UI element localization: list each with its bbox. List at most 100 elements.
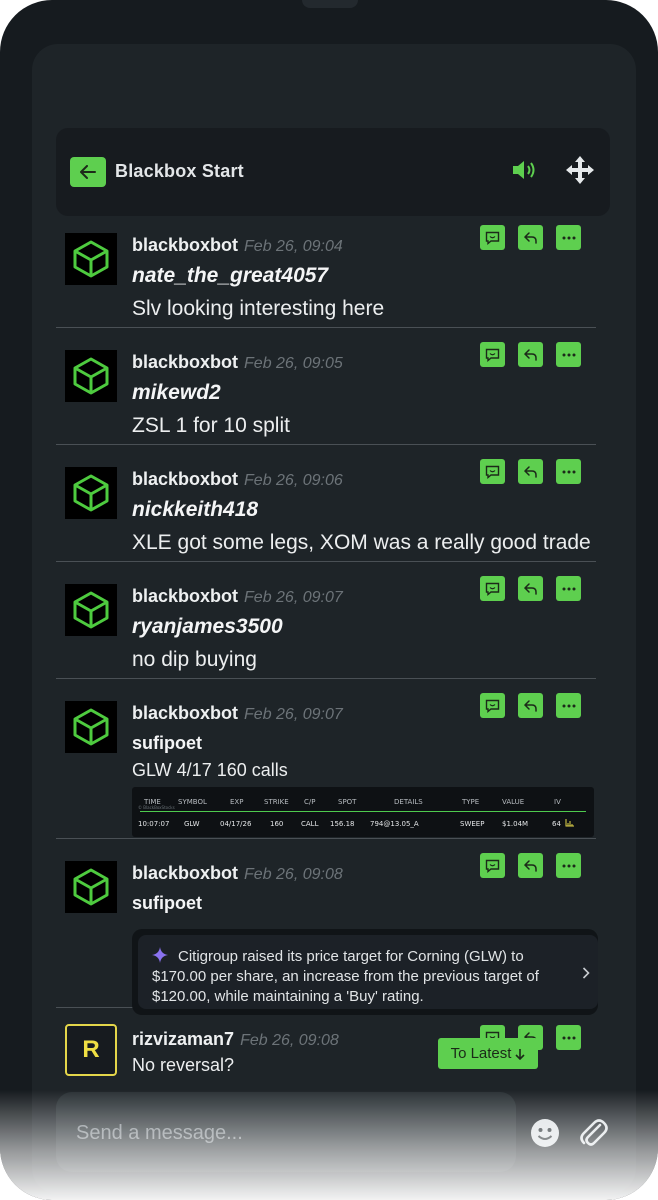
message-author: blackboxbot Feb 26, 09:04 (132, 235, 343, 255)
message-username: mikewd2 (132, 381, 221, 404)
message-actions (480, 693, 581, 718)
message-actions (480, 576, 581, 601)
message-text: XLE got some legs, XOM was a really good… (132, 531, 591, 554)
ellipsis-icon (562, 470, 575, 473)
message-input[interactable] (76, 1120, 476, 1146)
bot-avatar (65, 861, 117, 913)
cube-icon (73, 474, 109, 512)
bot-avatar (65, 467, 117, 519)
thread-button[interactable] (480, 693, 505, 718)
thread-button[interactable] (480, 459, 505, 484)
message-author: blackboxbot Feb 26, 09:07 (132, 586, 343, 606)
reply-button[interactable] (518, 853, 543, 878)
more-button[interactable] (556, 459, 581, 484)
flow-cell: 64 (552, 820, 561, 828)
message-time: Feb 26, 09:06 (244, 472, 343, 489)
device-notch (302, 0, 358, 8)
cube-icon (73, 357, 109, 395)
more-button[interactable] (556, 342, 581, 367)
smiley-icon[interactable] (530, 1118, 560, 1148)
message-text: GLW 4/17 160 calls (132, 760, 288, 780)
reply-arrow-icon (523, 582, 537, 595)
flow-col-value: VALUE (502, 798, 525, 806)
more-button[interactable] (556, 576, 581, 601)
to-latest-button[interactable]: To Latest (438, 1038, 538, 1069)
reply-button[interactable] (518, 225, 543, 250)
message-username: ryanjames3500 (132, 615, 283, 638)
message-text: no dip buying (132, 648, 257, 671)
flow-divider (140, 811, 586, 812)
message-time: Feb 26, 09:07 (244, 706, 343, 723)
flow-col-strike: STRIKE (264, 798, 289, 806)
options-flow-table[interactable]: TIME SYMBOL EXP STRIKE C/P SPOT DETAILS … (132, 787, 594, 837)
more-button[interactable] (556, 693, 581, 718)
more-button[interactable] (556, 225, 581, 250)
insight-text: Citigroup raised its price target for Co… (152, 948, 539, 1005)
message-time: Feb 26, 09:04 (244, 238, 343, 255)
flow-col-type: TYPE (462, 798, 480, 806)
flow-col-iv: IV (554, 798, 561, 806)
more-button[interactable] (556, 1025, 581, 1050)
chat-bubble-icon (485, 859, 500, 873)
reply-arrow-icon (523, 231, 537, 244)
reply-arrow-icon (523, 699, 537, 712)
message-author: rizvizaman7 Feb 26, 09:08 (132, 1029, 339, 1049)
back-button[interactable] (70, 157, 106, 187)
flow-col-exp: EXP (230, 798, 244, 806)
chat-bubble-icon (485, 348, 500, 362)
thread-button[interactable] (480, 576, 505, 601)
flow-cell: GLW (184, 820, 200, 828)
flow-brand: © BlackBoxStocks (138, 805, 175, 810)
chat-bubble-icon (485, 465, 500, 479)
thread-button[interactable] (480, 853, 505, 878)
message-item: blackboxbot Feb 26, 09:06 nickkeith418 XL… (56, 454, 596, 562)
cube-icon (73, 591, 109, 629)
chat-bubble-icon (485, 582, 500, 596)
flow-col-details: DETAILS (394, 798, 423, 806)
message-item: blackboxbot Feb 26, 09:08 sufipoet Citig… (56, 848, 598, 1015)
to-latest-label: To Latest (450, 1045, 512, 1062)
message-time: Feb 26, 09:05 (244, 355, 343, 372)
flow-col-spot: SPOT (338, 798, 357, 806)
paperclip-icon[interactable] (578, 1116, 608, 1150)
flow-col-cp: C/P (304, 798, 316, 806)
message-actions (480, 225, 581, 250)
chevron-right-icon[interactable] (582, 967, 590, 979)
chat-bubble-icon (485, 231, 500, 245)
ellipsis-icon (562, 353, 575, 356)
flow-cell: 160 (270, 820, 284, 828)
message-text: Slv looking interesting here (132, 297, 385, 320)
reply-arrow-icon (523, 465, 537, 478)
ellipsis-icon (562, 704, 575, 707)
reply-button[interactable] (518, 576, 543, 601)
flow-cell: SWEEP (460, 820, 485, 828)
reply-button[interactable] (518, 342, 543, 367)
message-actions (480, 459, 581, 484)
device-frame: Blackbox Start blackboxbot Feb 26, 09:04 … (0, 0, 658, 1200)
flow-col-symbol: SYMBOL (178, 798, 207, 806)
more-button[interactable] (556, 853, 581, 878)
reply-arrow-icon (523, 859, 537, 872)
message-item: blackboxbot Feb 26, 09:07 ryanjames3500 n… (56, 571, 596, 679)
flow-cell: 156.18 (330, 820, 355, 828)
flow-cell: 10:07:07 (138, 820, 170, 828)
message-author: blackboxbot Feb 26, 09:07 (132, 703, 343, 723)
flow-cell: CALL (301, 820, 319, 828)
thread-button[interactable] (480, 225, 505, 250)
chat-screen: Blackbox Start blackboxbot Feb 26, 09:04 … (32, 44, 636, 1194)
reply-arrow-icon (523, 348, 537, 361)
message-author: blackboxbot Feb 26, 09:08 (132, 863, 343, 883)
arrow-left-icon (80, 165, 96, 179)
thread-button[interactable] (480, 342, 505, 367)
message-username: sufipoet (132, 733, 202, 753)
flow-cell: $1.04M (502, 820, 529, 828)
message-composer (56, 1092, 516, 1172)
reply-button[interactable] (518, 459, 543, 484)
message-actions (480, 853, 581, 878)
insight-card[interactable]: Citigroup raised its price target for Co… (132, 929, 598, 1015)
message-time: Feb 26, 09:07 (244, 589, 343, 606)
speaker-icon[interactable] (511, 159, 539, 181)
move-arrows-icon[interactable] (564, 154, 596, 186)
reply-button[interactable] (518, 693, 543, 718)
message-item: blackboxbot Feb 26, 09:04 nate_the_great4… (56, 220, 596, 328)
